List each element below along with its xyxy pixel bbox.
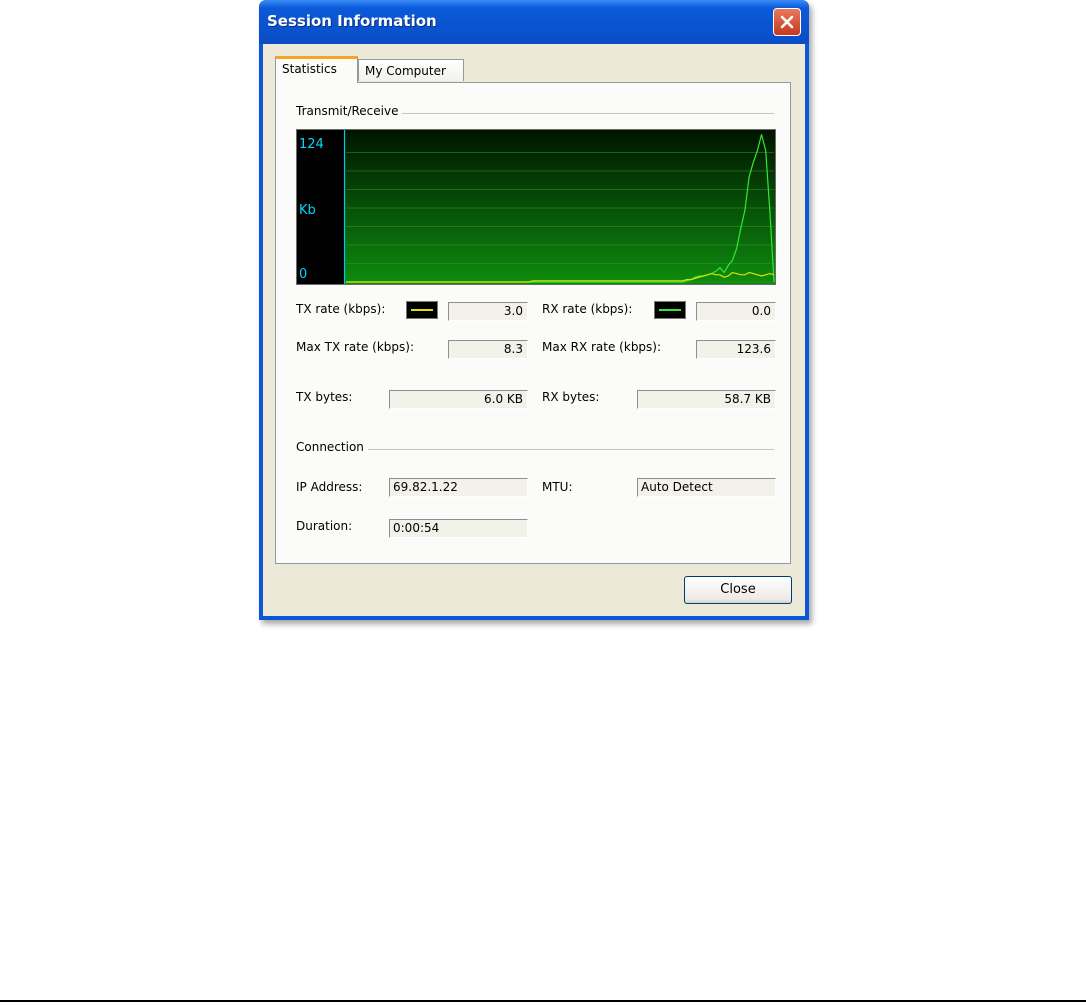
tx-color-swatch[interactable] [406,301,438,319]
tab-my-computer[interactable]: My Computer [358,59,464,81]
rx-bytes-label: RX bytes: [542,390,600,404]
transmit-receive-graph: 124 Kb 0 [296,129,776,285]
tx-rate-label: TX rate (kbps): [296,302,386,316]
tab-statistics[interactable]: Statistics [275,56,358,83]
window-title: Session Information [267,12,437,30]
close-window-icon[interactable] [773,8,801,36]
statistics-panel: Transmit/Receive 124 Kb 0 TX rate (kbps)… [275,82,791,564]
mtu-field: Auto Detect [637,478,776,497]
tx-bytes-label: TX bytes: [296,390,353,404]
ip-address-label: IP Address: [296,480,363,494]
graph-y-max-label: 124 [299,137,324,152]
rx-rate-label: RX rate (kbps): [542,302,633,316]
max-rx-label: Max RX rate (kbps): [542,340,662,354]
graph-plot-area [345,130,775,284]
duration-field: 0:00:54 [389,519,528,538]
duration-label: Duration: [296,519,353,533]
tx-bytes-field: 6.0 KB [389,390,528,409]
mtu-label: MTU: [542,480,573,494]
max-rx-field: 123.6 [696,340,776,359]
rx-rate-field: 0.0 [696,302,776,321]
max-tx-label: Max TX rate (kbps): [296,340,415,354]
title-bar[interactable]: Session Information [259,0,809,44]
rx-bytes-field: 58.7 KB [637,390,776,409]
max-tx-field: 8.3 [448,340,528,359]
close-button[interactable]: Close [684,576,792,604]
graph-unit-label: Kb [299,203,316,218]
rx-color-swatch[interactable] [654,301,686,319]
transmit-receive-group-label: Transmit/Receive [296,104,403,118]
dialog-client-area: Statistics My Computer Transmit/Receive [263,44,805,616]
page-bottom-rule [0,1000,1086,1002]
graph-canvas: 124 Kb 0 [299,130,775,284]
ip-address-field: 69.82.1.22 [389,478,528,497]
graph-y-min-label: 0 [299,267,307,282]
session-information-window: Session Information Statistics My Comput… [259,0,809,620]
connection-group-label: Connection [296,440,368,454]
tx-rate-field: 3.0 [448,302,528,321]
